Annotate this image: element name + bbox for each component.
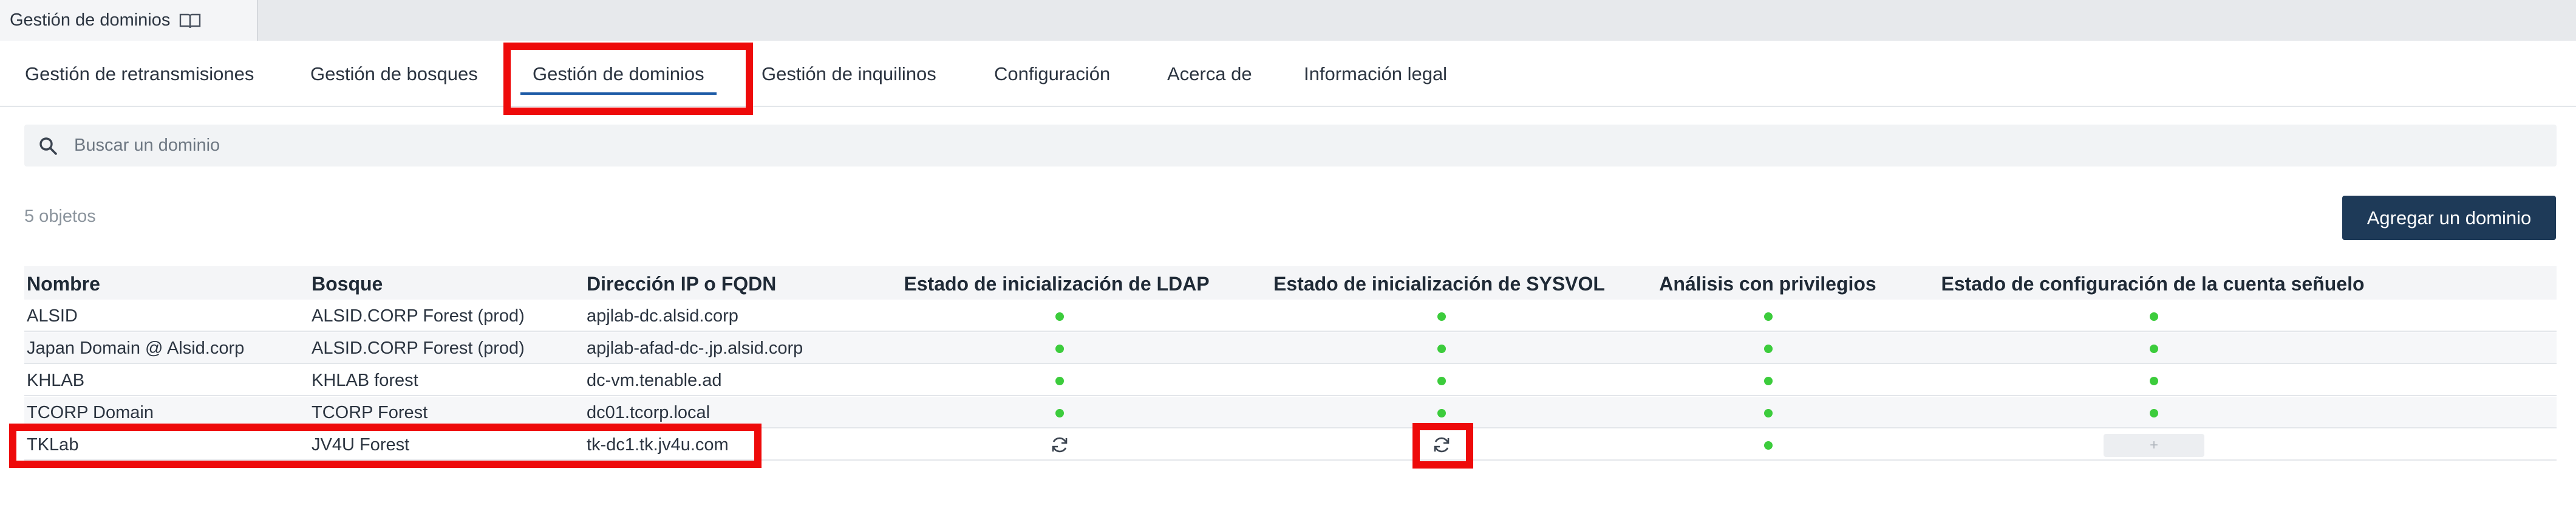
status-ok-dot [1764, 377, 1773, 385]
cell-name: ALSID [27, 306, 78, 326]
cell-ip: dc-vm.tenable.ad [587, 371, 722, 390]
column-header-sysvol[interactable]: Estado de inicialización de SYSVOL [1273, 266, 1605, 301]
status-ok-dot [2150, 312, 2158, 321]
cell-forest: JV4U Forest [312, 435, 410, 455]
cell-ip: dc01.tcorp.local [587, 403, 710, 422]
cell-ip: tk-dc1.tk.jv4u.com [587, 435, 729, 455]
tab-gestion-inquilinos[interactable]: Gestión de inquilinos [762, 41, 936, 106]
status-ok-dot [1764, 312, 1773, 321]
configure-decoy-button[interactable]: + [2104, 434, 2204, 457]
status-ok-dot [1055, 409, 1064, 417]
main-nav: Gestión de retransmisiones Gestión de bo… [0, 41, 2576, 107]
table-row[interactable]: KHLAB KHLAB forest dc-vm.tenable.ad [24, 365, 2557, 396]
domain-search-bar[interactable] [24, 125, 2557, 167]
sync-icon [1052, 437, 1068, 453]
status-ok-dot [1764, 409, 1773, 417]
cell-forest: KHLAB forest [312, 371, 418, 390]
table-row[interactable]: ALSID ALSID.CORP Forest (prod) apjlab-dc… [24, 300, 2557, 332]
status-ok-dot [2150, 345, 2158, 353]
sync-icon [1434, 437, 1450, 453]
cell-name: TCORP Domain [27, 403, 154, 422]
table-row[interactable]: Japan Domain @ Alsid.corp ALSID.CORP For… [24, 332, 2557, 364]
add-domain-button[interactable]: Agregar un dominio [2342, 196, 2556, 240]
tab-gestion-bosques[interactable]: Gestión de bosques [310, 41, 478, 106]
search-input[interactable] [73, 135, 2444, 156]
status-ok-dot [1437, 345, 1446, 353]
cell-forest: ALSID.CORP Forest (prod) [312, 338, 525, 358]
cell-ip: apjlab-dc.alsid.corp [587, 306, 738, 326]
window-tab-title: Gestión de dominios [10, 10, 171, 30]
cell-forest: ALSID.CORP Forest (prod) [312, 306, 525, 326]
status-ok-dot [1055, 345, 1064, 353]
book-icon [180, 13, 201, 28]
cell-name: Japan Domain @ Alsid.corp [27, 338, 245, 358]
tab-informacion-legal[interactable]: Información legal [1304, 41, 1447, 106]
column-header-ldap[interactable]: Estado de inicialización de LDAP [904, 266, 1209, 301]
cell-forest: TCORP Forest [312, 403, 428, 422]
search-icon [39, 137, 57, 155]
column-header-ip[interactable]: Dirección IP o FQDN [587, 266, 776, 301]
status-ok-dot [1764, 345, 1773, 353]
table-row[interactable]: TKLab JV4U Forest tk-dc1.tk.jv4u.com + [24, 429, 2557, 461]
status-ok-dot [1764, 441, 1773, 450]
tab-configuracion[interactable]: Configuración [994, 41, 1110, 106]
tab-acerca-de[interactable]: Acerca de [1167, 41, 1252, 106]
object-count: 5 objetos [24, 207, 96, 226]
status-ok-dot [2150, 409, 2158, 417]
cell-name: KHLAB [27, 371, 85, 390]
status-ok-dot [1437, 409, 1446, 417]
status-ok-dot [1055, 312, 1064, 321]
table-row[interactable]: TCORP Domain TCORP Forest dc01.tcorp.loc… [24, 397, 2557, 428]
window-tab[interactable]: Gestión de dominios [0, 0, 258, 41]
column-header-decoy[interactable]: Estado de configuración de la cuenta señ… [1941, 266, 2364, 301]
table-header: Nombre Bosque Dirección IP o FQDN Estado… [24, 266, 2557, 300]
tab-gestion-dominios[interactable]: Gestión de dominios [520, 41, 717, 106]
tab-gestion-retransmisiones[interactable]: Gestión de retransmisiones [25, 41, 254, 106]
cell-ip: apjlab-afad-dc-.jp.alsid.corp [587, 338, 803, 358]
column-header-forest[interactable]: Bosque [312, 266, 383, 301]
status-ok-dot [2150, 377, 2158, 385]
cell-name: TKLab [27, 435, 79, 455]
column-header-name[interactable]: Nombre [27, 266, 100, 301]
status-ok-dot [1437, 312, 1446, 321]
status-ok-dot [1437, 377, 1446, 385]
column-header-privileged[interactable]: Análisis con privilegios [1659, 266, 1876, 301]
window-tabbar: Gestión de dominios [0, 0, 2576, 41]
status-ok-dot [1055, 377, 1064, 385]
